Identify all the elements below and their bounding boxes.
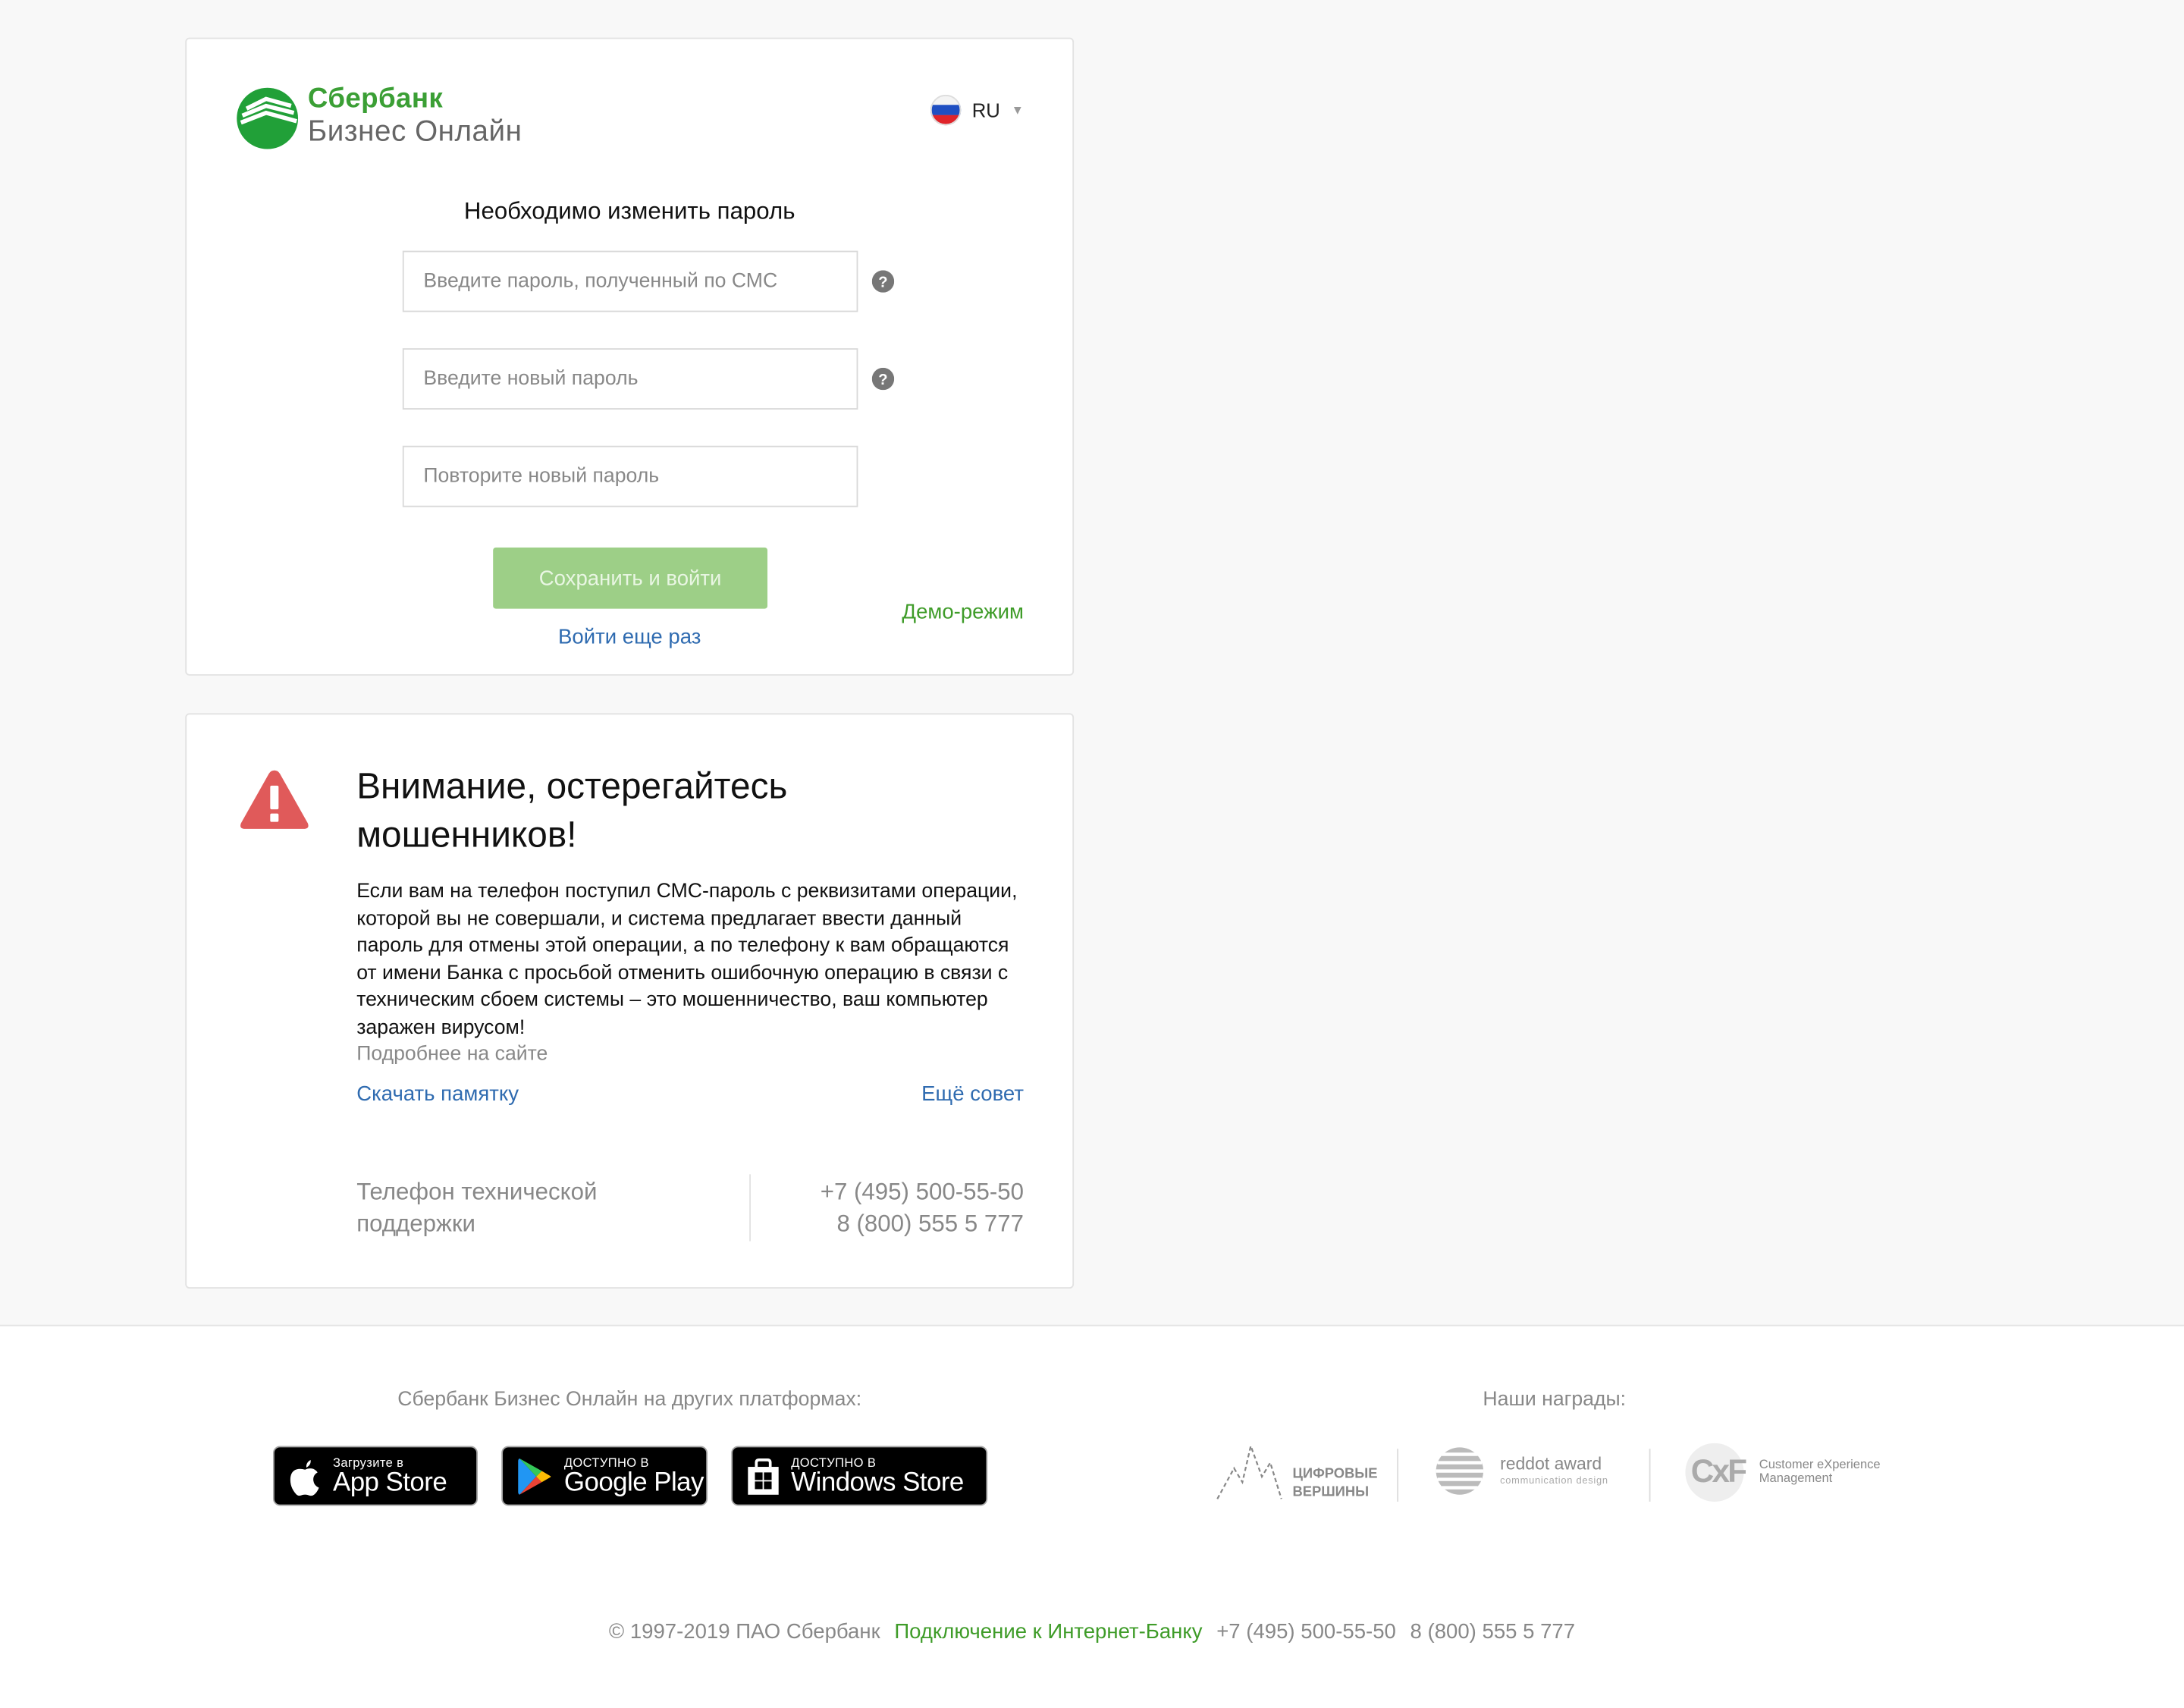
award-2-line-1: reddot award [1500, 1454, 1602, 1474]
page: Сбербанк Бизнес Онлайн RU ▼ Необходимо и… [0, 0, 2184, 1708]
russia-flag-icon [930, 94, 962, 126]
footer-copyright: © 1997-2019 ПАО Сбербанк [608, 1620, 880, 1644]
logo-product-name: Бизнес Онлайн [307, 115, 522, 148]
save-and-login-button[interactable]: Сохранить и войти [493, 547, 768, 609]
sberbank-logo-icon [237, 87, 299, 149]
warning-triangle-icon [240, 770, 309, 829]
awards-divider [1397, 1449, 1399, 1502]
demo-mode-link[interactable]: Демо-режим [902, 601, 1024, 624]
language-label: RU [971, 99, 1000, 121]
sms-password-input[interactable] [402, 250, 858, 312]
change-password-card: Сбербанк Бизнес Онлайн RU ▼ Необходимо и… [185, 37, 1075, 676]
help-icon[interactable]: ? [871, 367, 895, 391]
footer-phone-1[interactable]: +7 (495) 500-55-50 [1216, 1620, 1396, 1644]
sberbank-logo[interactable]: Сбербанк Бизнес Онлайн [235, 83, 555, 150]
windows-store-icon [748, 1458, 779, 1494]
store-small-label: ДОСТУПНО В [791, 1455, 877, 1469]
mountain-icon [1216, 1443, 1282, 1499]
store-name: App Store [332, 1467, 447, 1497]
repeat-password-input[interactable] [402, 445, 858, 507]
more-on-site-text: Подробнее на сайте [356, 1043, 548, 1066]
fraud-warning-card: Внимание, остерегайтесь мошенников! Если… [185, 713, 1075, 1289]
award-cxf: CxF Customer eXperience Management [1685, 1443, 1908, 1505]
form-title: Необходимо изменить пароль [463, 197, 795, 224]
language-selector[interactable]: RU ▼ [930, 94, 1024, 126]
award-2-line-2: communication design [1500, 1476, 1608, 1487]
support-phone-2[interactable]: 8 (800) 555 5 777 [821, 1207, 1024, 1239]
store-name: Windows Store [791, 1467, 964, 1497]
google-play-badge[interactable]: ДОСТУПНО В Google Play [501, 1446, 708, 1506]
connect-internet-bank-link[interactable]: Подключение к Интернет-Банку [894, 1620, 1202, 1644]
svg-text:?: ? [878, 274, 887, 290]
reddot-icon [1436, 1447, 1484, 1495]
another-tip-link[interactable]: Ещё совет [921, 1082, 1024, 1106]
footer: © 1997-2019 ПАО Сбербанк Подключение к И… [0, 1620, 2184, 1644]
app-store-badge[interactable]: Загрузите в App Store [272, 1446, 478, 1506]
svg-text:?: ? [878, 372, 887, 388]
awards-title: Наши награды: [1483, 1389, 1627, 1411]
help-icon[interactable]: ? [871, 270, 895, 293]
store-small-label: ДОСТУПНО В [563, 1455, 649, 1469]
new-password-input[interactable] [402, 348, 858, 410]
award-3-line-2: Management [1759, 1471, 1833, 1485]
award-3-line-1: Customer eXperience [1759, 1457, 1881, 1471]
windows-store-badge[interactable]: ДОСТУПНО В Windows Store [731, 1446, 988, 1506]
login-again-link[interactable]: Войти еще раз [187, 626, 1072, 649]
support-divider [749, 1174, 751, 1242]
award-1-line-1: ЦИФРОВЫЕ [1292, 1467, 1378, 1483]
download-memo-link[interactable]: Скачать памятку [356, 1082, 519, 1106]
store-name: Google Play [563, 1467, 704, 1497]
platforms-title: Сбербанк Бизнес Онлайн на других платфор… [397, 1389, 862, 1411]
award-digital-peaks: ЦИФРОВЫЕ ВЕРШИНЫ [1215, 1443, 1378, 1505]
support-phone-label: Телефон технической поддержки [356, 1178, 598, 1237]
warning-text: Если вам на телефон поступил СМС-пароль … [356, 880, 1018, 1040]
apple-icon [290, 1458, 319, 1496]
footer-phone-2[interactable]: 8 (800) 555 5 777 [1410, 1620, 1576, 1644]
store-small-label: Загрузите в [332, 1455, 404, 1469]
awards-divider [1649, 1449, 1651, 1502]
support-phones: +7 (495) 500-55-50 8 (800) 555 5 777 [821, 1176, 1024, 1239]
google-play-icon [518, 1458, 551, 1494]
support-phone-1[interactable]: +7 (495) 500-55-50 [821, 1176, 1024, 1207]
award-3-logo: CxF [1690, 1452, 1747, 1490]
warning-title: Внимание, остерегайтесь мошенников! [356, 765, 788, 856]
award-reddot: reddot award communication design [1435, 1446, 1630, 1501]
award-1-line-2: ВЕРШИНЫ [1292, 1484, 1370, 1501]
caret-down-icon: ▼ [1011, 102, 1024, 118]
logo-brand-name: Сбербанк [307, 83, 444, 115]
